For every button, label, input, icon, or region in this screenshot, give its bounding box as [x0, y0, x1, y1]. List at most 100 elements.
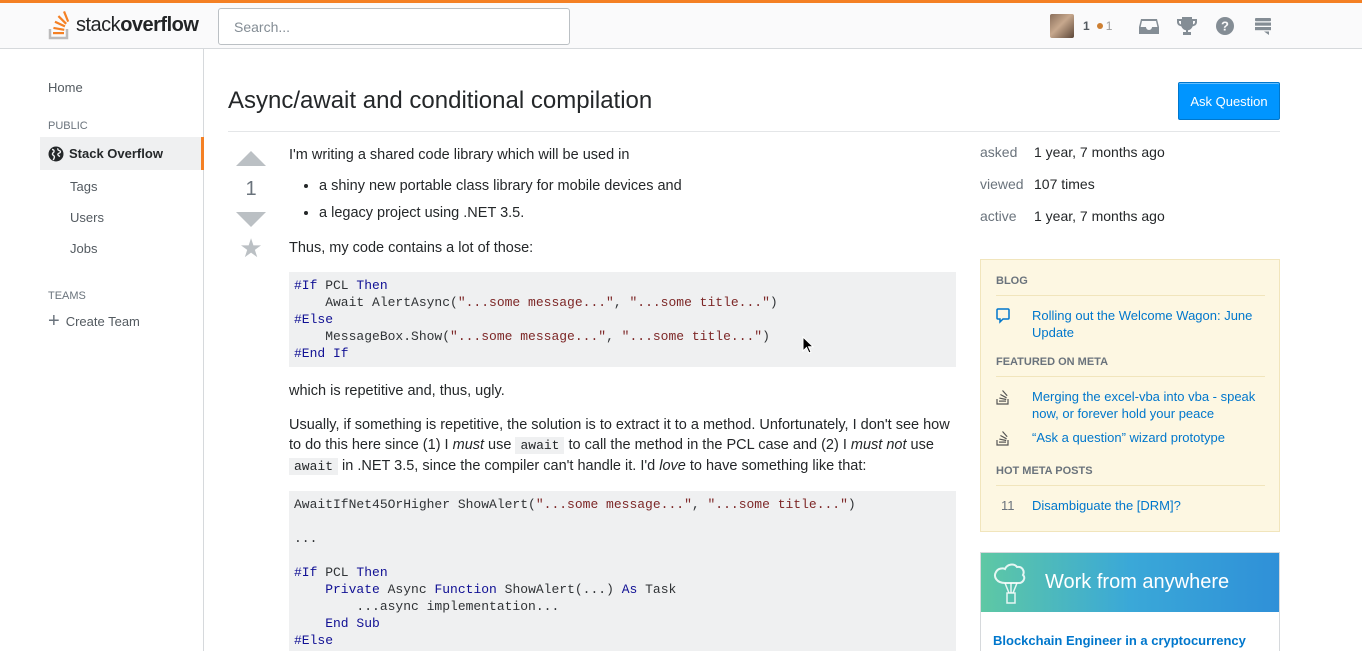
post-emphasis: must not: [850, 437, 907, 453]
sidebar-item-users[interactable]: Users: [70, 210, 104, 225]
ad-banner: Work from anywhere: [981, 553, 1279, 612]
post-emphasis: love: [659, 458, 686, 474]
stat-row-viewed: viewed 107 times: [980, 176, 1165, 208]
upvote-arrow-icon[interactable]: [236, 151, 266, 166]
bulletin-item: “Ask a question” wizard prototype: [996, 429, 1272, 446]
code-token: MessageBox.Show(: [294, 329, 451, 344]
bulletin-heading-hot-meta: HOT META POSTS: [996, 465, 1265, 486]
post-paragraph: Usually, if something is repetitive, the…: [289, 415, 956, 477]
hot-post-count: 11: [1001, 498, 1015, 513]
stat-label: active: [980, 208, 1017, 224]
stat-value[interactable]: 1 year, 7 months ago: [1034, 208, 1165, 240]
achievements-icon[interactable]: [1168, 12, 1206, 40]
post-text: to have something like that:: [685, 458, 867, 474]
code-token: #If: [294, 278, 318, 293]
meta-stack-icon: [996, 388, 1032, 422]
logo-text: stackoverflow: [76, 14, 199, 37]
code-block: #If PCL Then Await AlertAsync("...some m…: [289, 272, 956, 367]
create-team-label: Create Team: [65, 313, 140, 329]
code-token: ,: [606, 329, 622, 344]
svg-text:?: ?: [1221, 19, 1229, 34]
vote-cell: 1 ★: [234, 146, 268, 261]
post-paragraph: which is repetitive and, thus, ugly.: [289, 383, 505, 399]
plus-icon: +: [48, 310, 60, 332]
sidebar-item-jobs[interactable]: Jobs: [70, 241, 97, 256]
code-token: PCL: [317, 278, 357, 293]
globe-icon: [48, 146, 64, 161]
blog-bubble-icon: [996, 307, 1032, 341]
inline-code: await: [515, 437, 565, 454]
downvote-arrow-icon[interactable]: [236, 212, 266, 227]
sidebar-section-teams: TEAMS: [48, 290, 86, 302]
code-token: #Else: [294, 633, 334, 648]
sidebar-section-public: PUBLIC: [48, 120, 88, 132]
post-text: use: [906, 437, 934, 453]
question-stats: asked 1 year, 7 months ago viewed 107 ti…: [980, 144, 1165, 240]
blog-post-link[interactable]: Rolling out the Welcome Wagon: June Upda…: [1032, 307, 1272, 341]
code-token: ,: [613, 295, 630, 310]
featured-meta-link[interactable]: Merging the excel-vba into vba - speak n…: [1032, 388, 1272, 422]
avatar[interactable]: [1050, 14, 1074, 38]
meta-stack-icon: [996, 429, 1032, 446]
top-bar: stackoverflow 1 1 ?: [0, 0, 1362, 49]
search-input[interactable]: [218, 8, 570, 45]
post-text: in .NET 3.5, since the compiler can't ha…: [338, 458, 660, 474]
sidebar-item-tags[interactable]: Tags: [70, 179, 97, 194]
stat-value[interactable]: 1 year, 7 months ago: [1034, 144, 1165, 176]
inbox-icon[interactable]: [1130, 12, 1168, 40]
ad-banner-text: Work from anywhere: [1045, 571, 1230, 593]
site-switcher-icon[interactable]: [1244, 12, 1282, 40]
post-text: to call the method in the PCL case and (…: [564, 437, 851, 453]
job-ad[interactable]: Work from anywhere Blockchain Engineer i…: [980, 552, 1280, 651]
post-emphasis: must: [452, 437, 485, 453]
sidebar-item-home[interactable]: Home: [48, 80, 83, 95]
hot-meta-link[interactable]: Disambiguate the [DRM]?: [1032, 497, 1272, 514]
code-token: ShowAlert(...): [496, 582, 622, 597]
stack-logo-icon: [48, 10, 70, 40]
code-token: ): [847, 497, 856, 512]
vote-count: 1: [245, 178, 257, 200]
stat-row-active: active 1 year, 7 months ago: [980, 208, 1165, 240]
cloud-parachute-icon: [994, 563, 1026, 604]
featured-meta-link[interactable]: “Ask a question” wizard prototype: [1032, 429, 1272, 446]
community-bulletin: BLOG Rolling out the Welcome Wagon: June…: [980, 259, 1280, 532]
title-divider: [228, 131, 1280, 132]
create-team-link[interactable]: + Create Team: [48, 310, 140, 332]
question-body: I'm writing a shared code library which …: [289, 145, 956, 651]
favorite-star-icon[interactable]: ★: [234, 235, 268, 261]
stackoverflow-logo[interactable]: stackoverflow: [48, 9, 199, 41]
code-token: Await AlertAsync(: [294, 295, 458, 310]
inline-code: await: [289, 458, 339, 475]
ask-question-button[interactable]: Ask Question: [1178, 82, 1280, 120]
left-sidebar: Home PUBLIC Stack Overflow Tags Users Jo…: [0, 49, 204, 651]
stat-row-asked: asked 1 year, 7 months ago: [980, 144, 1165, 176]
code-token: "...some message...": [457, 295, 614, 310]
help-icon[interactable]: ?: [1206, 12, 1244, 40]
bulletin-heading-featured: FEATURED ON META: [996, 356, 1265, 377]
post-paragraph: I'm writing a shared code library which …: [289, 147, 630, 163]
code-token: ...: [294, 531, 318, 546]
bulletin-item: 11 Disambiguate the [DRM]?: [996, 497, 1272, 514]
code-token: Function: [434, 582, 497, 597]
stat-label: asked: [980, 144, 1018, 160]
code-token: #If: [294, 565, 318, 580]
stat-value: 107 times: [1034, 176, 1095, 192]
code-token: PCL: [317, 565, 357, 580]
question-title[interactable]: Async/await and conditional compilation: [228, 87, 652, 115]
code-token: AwaitIfNet45OrHigher ShowAlert(: [294, 497, 536, 512]
code-token: Private: [294, 582, 380, 597]
code-token: "...some message...": [450, 329, 607, 344]
job-title-link[interactable]: Blockchain Engineer in a cryptocurrency: [993, 633, 1279, 648]
code-token: "...some title...": [629, 295, 770, 310]
post-bullet-list: a shiny new portable class library for m…: [319, 176, 956, 223]
bulletin-item: Rolling out the Welcome Wagon: June Upda…: [996, 307, 1272, 341]
sidebar-item-stack-overflow[interactable]: Stack Overflow: [40, 137, 204, 170]
post-text: use: [484, 437, 516, 453]
code-token: #Else: [294, 312, 334, 327]
user-bar: 1 1 ?: [1050, 12, 1282, 40]
reputation-count: 1: [1083, 19, 1090, 33]
code-token: "...some title...": [707, 497, 848, 512]
sidebar-item-label: Stack Overflow: [69, 146, 163, 161]
list-item: a shiny new portable class library for m…: [319, 176, 956, 196]
list-item: a legacy project using .NET 3.5.: [319, 203, 956, 223]
